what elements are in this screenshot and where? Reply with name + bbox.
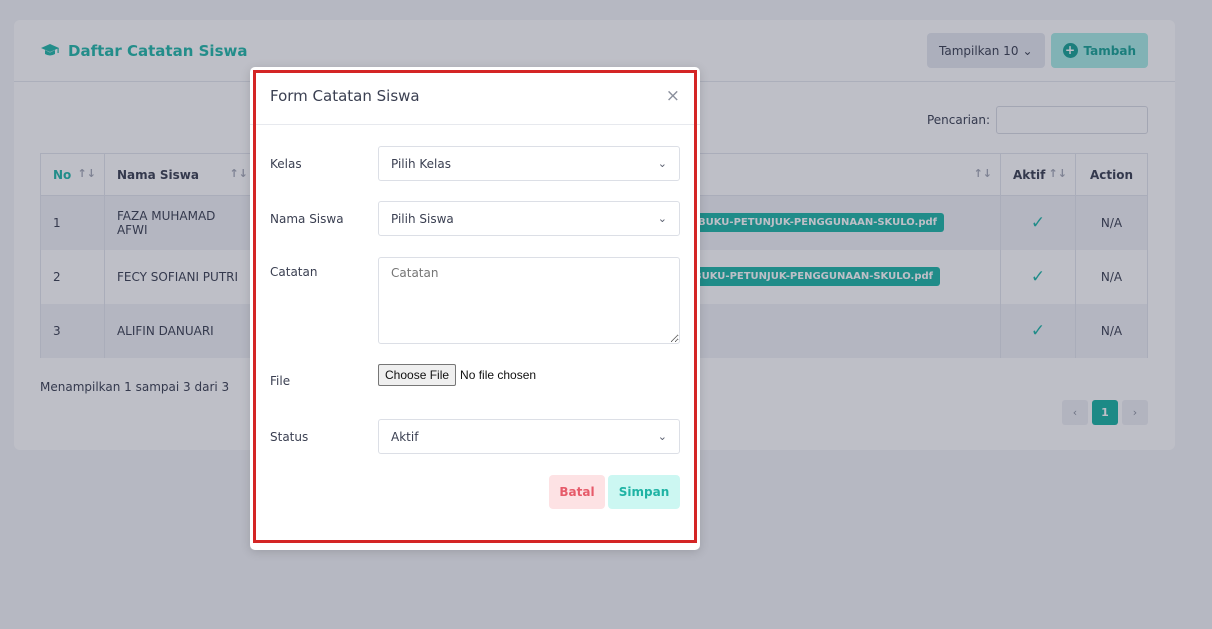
file-state-text: No file chosen [460,368,537,382]
nama-select[interactable]: Pilih Siswa ⌄ [378,201,680,236]
modal-title: Form Catatan Siswa [270,86,420,105]
form-row-file: File Choose File No file chosen [270,364,680,388]
catatan-textarea[interactable] [378,257,680,344]
save-button[interactable]: Simpan [608,475,680,509]
chevron-down-icon: ⌄ [657,430,667,443]
close-icon[interactable]: × [666,86,680,106]
nama-label: Nama Siswa [270,211,344,226]
form-row-catatan: Catatan [270,257,680,344]
form-row-nama: Nama Siswa Pilih Siswa ⌄ [270,201,680,236]
status-label: Status [270,429,309,444]
file-input: Choose File No file chosen [378,364,536,388]
form-row-kelas: Kelas Pilih Kelas ⌄ [270,146,680,181]
choose-file-button[interactable]: Choose File [378,364,457,386]
file-label: File [270,374,291,388]
modal-header: Form Catatan Siswa × [250,67,700,125]
kelas-value: Pilih Kelas [391,156,451,171]
form-row-status: Status Aktif ⌄ [270,419,680,454]
catatan-label: Catatan [270,265,318,279]
nama-value: Pilih Siswa [391,211,454,226]
kelas-select[interactable]: Pilih Kelas ⌄ [378,146,680,181]
chevron-down-icon: ⌄ [657,212,667,225]
cancel-button[interactable]: Batal [549,475,605,509]
chevron-down-icon: ⌄ [657,157,667,170]
note-form-modal: Form Catatan Siswa × Kelas Pilih Kelas ⌄… [250,67,700,550]
status-select[interactable]: Aktif ⌄ [378,419,680,454]
status-value: Aktif [391,429,419,444]
kelas-label: Kelas [270,156,302,171]
